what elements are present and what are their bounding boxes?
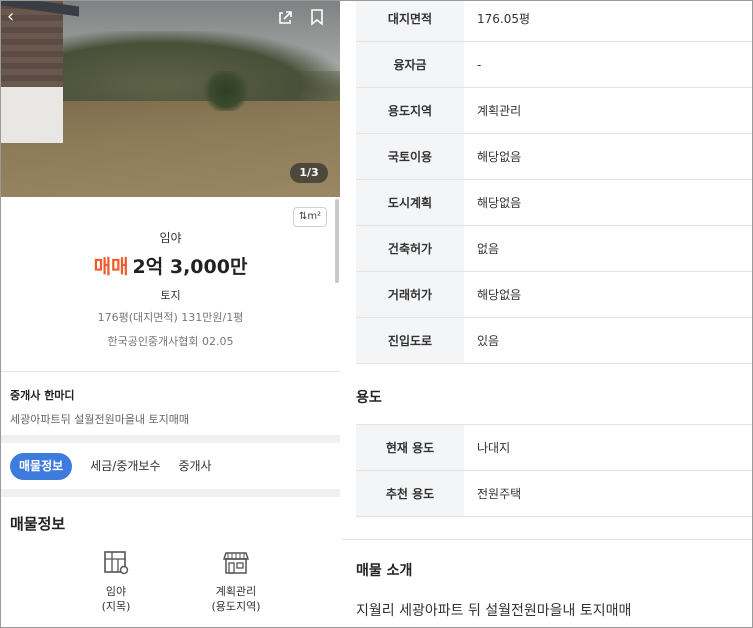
usage-table: 현재 용도 나대지 추천 용도 전원주택: [356, 424, 752, 517]
usage-heading: 용도: [356, 390, 382, 406]
row-label: 대지면적: [356, 1, 464, 41]
tab-agent[interactable]: 중개사: [178, 453, 211, 480]
feature-icons: 임야 (지목) 계획관리 (용도지역): [61, 549, 291, 614]
row-value: 해당없음: [477, 196, 522, 210]
table-row: 진입도로 있음: [356, 318, 752, 364]
feature-zoning: 계획관리 (용도지역): [181, 549, 291, 614]
table-row: 추천 용도 전원주택: [356, 471, 752, 517]
row-label: 도시계획: [356, 180, 464, 225]
bookmark-icon[interactable]: [310, 9, 324, 29]
row-label: 건축허가: [356, 226, 464, 271]
share-icon[interactable]: [277, 10, 293, 29]
table-row: 용도지역 계획관리: [356, 88, 752, 134]
agent-comment-text: 세광아파트뒤 설월전원마을내 토지매매: [10, 413, 190, 426]
row-value: 176.05평: [477, 12, 531, 26]
tab-tax-fee[interactable]: 세금/중개보수: [90, 453, 160, 480]
row-value: 계획관리: [477, 104, 522, 118]
price-line: 매매 2억 3,000만: [1, 252, 340, 279]
agent-comment: 중개사 한마디 세광아파트뒤 설월전원마을내 토지매매: [10, 387, 189, 427]
detail-table: 대지면적 176.05평 융자금 - 용도지역 계획관리 국토이용 해당없음 도시계획 해…: [356, 1, 752, 364]
row-label: 진입도로: [356, 318, 464, 363]
row-label: 용도지역: [356, 88, 464, 133]
row-value: 전원주택: [477, 487, 522, 501]
divider: [1, 371, 340, 372]
table-row: 국토이용 해당없음: [356, 134, 752, 180]
table-row: 대지면적 176.05평: [356, 1, 752, 42]
price: 2억 3,000만: [132, 256, 248, 278]
app-frame: ‹ 1/3 ⇅m² 임야 매매 2억 3,000만 토지 176평(대지면적) 1…: [0, 0, 753, 628]
feature-label: 계획관리 (용도지역): [211, 585, 261, 613]
scrollbar[interactable]: [335, 199, 339, 283]
deal-type: 매매: [93, 256, 129, 278]
unit-toggle-button[interactable]: ⇅m²: [293, 207, 327, 227]
land-map-icon: [61, 549, 171, 577]
row-label: 거래허가: [356, 272, 464, 317]
row-label: 추천 용도: [356, 471, 464, 516]
row-value: -: [477, 57, 482, 72]
row-label: 국토이용: [356, 134, 464, 179]
property-photo[interactable]: ‹ 1/3: [1, 1, 340, 197]
feature-label: 임야 (지목): [101, 585, 131, 613]
intro-heading: 매물 소개: [356, 563, 413, 579]
table-row: 융자금 -: [356, 42, 752, 88]
back-icon[interactable]: ‹: [7, 8, 14, 26]
feature-land-category: 임야 (지목): [61, 549, 171, 614]
property-type: 임야: [159, 231, 182, 245]
agent-comment-title: 중개사 한마디: [10, 389, 75, 402]
listing-detail-panel: 대지면적 176.05평 융자금 - 용도지역 계획관리 국토이용 해당없음 도시계획 해…: [342, 1, 752, 627]
divider: [342, 539, 752, 540]
listing-summary: 임야 매매 2억 3,000만 토지 176평(대지면적) 131만원/1평 한국…: [1, 229, 340, 349]
unit-label: m²: [307, 211, 322, 222]
row-value: 해당없음: [477, 150, 522, 164]
listing-info-title: 매물정보: [10, 515, 66, 533]
intro-text: 지월리 세광아파트 뒤 설월전원마을내 토지매매: [356, 603, 632, 619]
table-row: 건축허가 없음: [356, 226, 752, 272]
table-row: 도시계획 해당없음: [356, 180, 752, 226]
section-separator: [1, 489, 340, 497]
row-value: 나대지: [477, 441, 511, 455]
row-value: 있음: [477, 334, 500, 348]
table-row: 현재 용도 나대지: [356, 425, 752, 471]
section-separator: [1, 435, 340, 443]
table-row: 거래허가 해당없음: [356, 272, 752, 318]
listing-summary-panel: ‹ 1/3 ⇅m² 임야 매매 2억 3,000만 토지 176평(대지면적) 1…: [1, 1, 340, 627]
tab-listing-info[interactable]: 매물정보: [10, 453, 73, 480]
store-icon: [181, 549, 291, 577]
detail-tabs: 매물정보 세금/중개보수 중개사: [10, 453, 230, 480]
row-label: 현재 용도: [356, 425, 464, 470]
area-price-info: 176평(대지면적) 131만원/1평: [97, 311, 244, 324]
row-value: 해당없음: [477, 288, 522, 302]
agency-info: 한국공인중개사협회 02.05: [107, 335, 234, 348]
row-value: 없음: [477, 242, 500, 256]
category: 토지: [160, 289, 181, 302]
photo-counter: 1/3: [290, 163, 328, 183]
row-label: 융자금: [356, 42, 464, 87]
